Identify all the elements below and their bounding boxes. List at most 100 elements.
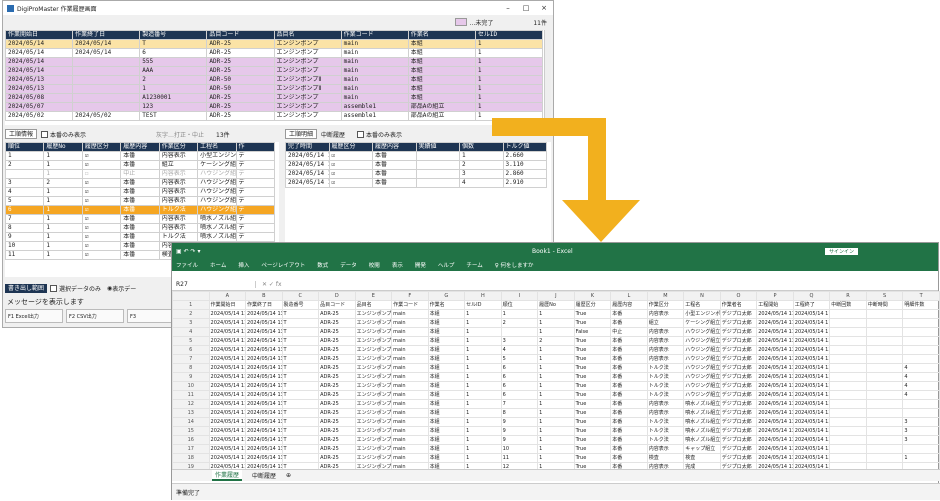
sheet-cell[interactable]: セルID bbox=[464, 300, 502, 310]
sheet-cell[interactable]: ADR-25 bbox=[318, 408, 356, 418]
sheet-cell[interactable]: T bbox=[281, 363, 320, 373]
sheet-cell[interactable]: True bbox=[573, 318, 612, 328]
sheet-cell[interactable]: 2024/05/14 13:18:56 bbox=[245, 435, 283, 445]
sheet-cell[interactable]: 1 bbox=[537, 345, 575, 355]
sheet-cell[interactable]: True bbox=[573, 390, 612, 400]
sheet-cell[interactable]: True bbox=[573, 336, 612, 346]
sheet-cell[interactable]: ADR-25 bbox=[318, 354, 356, 364]
sheet-cell[interactable]: 作業名 bbox=[427, 300, 466, 310]
sheet-cell[interactable]: 11 bbox=[500, 453, 539, 463]
sheet-cell[interactable]: 工程開始 bbox=[756, 300, 794, 310]
sheet-cell[interactable]: main bbox=[391, 444, 429, 454]
sheet-cell[interactable]: エンジンポンプ bbox=[354, 408, 393, 418]
sheet-cell[interactable]: 中止 bbox=[610, 327, 648, 337]
sheet-cell[interactable]: 2024/05/14 11:26:44 bbox=[756, 318, 794, 328]
sheet-cell[interactable]: 2024/05/14 11:26:42 bbox=[756, 309, 794, 319]
sheet-cell[interactable]: 2024/05/14 13:18:56 bbox=[245, 390, 283, 400]
table-row[interactable]: 2024/05/13 1 ADR-50 エンジンポンプⅡ main 本組 1 bbox=[5, 84, 544, 94]
sheet-cell[interactable]: 本組 bbox=[427, 435, 466, 445]
sheet-cell[interactable]: 明細件数 bbox=[902, 300, 940, 310]
sheet-cell[interactable]: 2024/05/14 13:18:46 bbox=[756, 417, 794, 427]
right-checkbox[interactable] bbox=[357, 130, 365, 138]
sheet-cell[interactable]: main bbox=[391, 408, 429, 418]
column-header[interactable]: 履歴区分 bbox=[328, 142, 373, 152]
sheet-cell[interactable]: 2024/05/14 13:18:56 bbox=[245, 336, 283, 346]
sheet-tab-interrupt[interactable]: 中断履歴 bbox=[252, 471, 276, 480]
sheet-cell[interactable]: 2024/05/14 13:18:50 bbox=[792, 426, 831, 436]
sheet-cell[interactable]: 1 bbox=[464, 336, 502, 346]
column-letter[interactable]: N bbox=[683, 291, 721, 301]
ribbon-tab[interactable]: ♀ 何をしますか bbox=[495, 261, 534, 269]
csv-output-button[interactable]: F2 CSV出力 bbox=[66, 309, 124, 323]
sheet-cell[interactable]: 噴水ノズル組立－３ bbox=[683, 417, 721, 427]
sheet-cell[interactable]: 中断時間 bbox=[865, 300, 904, 310]
sheet-cell[interactable]: ADR-25 bbox=[318, 381, 356, 391]
sheet-cell[interactable]: T bbox=[281, 372, 320, 382]
sheet-cell[interactable]: デジプロ太郎 bbox=[719, 327, 758, 337]
sheet-cell[interactable] bbox=[902, 309, 940, 319]
sheet-cell[interactable]: ハウジング組立－４ bbox=[683, 390, 721, 400]
sheet-cell[interactable]: 2024/05/14 13:18:50 bbox=[792, 435, 831, 445]
sheet-cell[interactable]: エンジンポンプ bbox=[354, 426, 393, 436]
sheet-cell[interactable]: 4 bbox=[902, 363, 940, 373]
sheet-cell[interactable]: 9 bbox=[500, 435, 539, 445]
sheet-cell[interactable] bbox=[500, 327, 539, 337]
sheet-cell[interactable]: 1 bbox=[537, 390, 575, 400]
sheet-cell[interactable]: True bbox=[573, 426, 612, 436]
sheet-cell[interactable]: 1 bbox=[537, 363, 575, 373]
sheet-cell[interactable]: 9 bbox=[500, 426, 539, 436]
sheet-cell[interactable]: 6 bbox=[500, 372, 539, 382]
sheet-cell[interactable] bbox=[902, 408, 940, 418]
sheet-cell[interactable]: 2024/05/14 11:26:42 bbox=[208, 318, 247, 328]
sheet-cell[interactable] bbox=[829, 327, 867, 337]
sheet-cell[interactable]: 2024/05/14 13:18:56 bbox=[245, 318, 283, 328]
sheet-cell[interactable]: True bbox=[573, 399, 612, 409]
sheet-cell[interactable]: 本組 bbox=[427, 381, 466, 391]
column-header[interactable]: 作 bbox=[235, 142, 276, 152]
sheet-cell[interactable]: T bbox=[281, 399, 320, 409]
sheet-cell[interactable]: デジプロ太郎 bbox=[719, 444, 758, 454]
sheet-cell[interactable]: エンジンポンプ bbox=[354, 372, 393, 382]
sheet-cell[interactable]: True bbox=[573, 435, 612, 445]
ribbon-tab[interactable]: ホーム bbox=[210, 261, 226, 269]
column-header[interactable]: 履歴区分 bbox=[81, 142, 122, 152]
sheet-cell[interactable] bbox=[902, 399, 940, 409]
sheet-cell[interactable]: 2024/05/14 13:18:37 bbox=[792, 354, 831, 364]
sheet-cell[interactable]: 2024/05/14 13:18:56 bbox=[245, 363, 283, 373]
sheet-tab-history[interactable]: 作業履歴 bbox=[212, 470, 243, 481]
sheet-cell[interactable]: 2024/05/14 11:26:42 bbox=[208, 372, 247, 382]
table-row[interactable]: 11☑本番内容表示小型エンジンポ…デ bbox=[5, 151, 276, 161]
sheet-cell[interactable]: ケーシング組立 bbox=[683, 318, 721, 328]
sheet-cell[interactable]: 1 bbox=[464, 354, 502, 364]
sheet-cell[interactable]: main bbox=[391, 417, 429, 427]
row-header[interactable]: 2 bbox=[172, 309, 210, 319]
sheet-cell[interactable] bbox=[829, 399, 867, 409]
sheet-cell[interactable]: main bbox=[391, 345, 429, 355]
ribbon-tab[interactable]: 表示 bbox=[392, 261, 403, 269]
column-letter[interactable]: F bbox=[391, 291, 429, 301]
sheet-cell[interactable]: トルク法 bbox=[646, 363, 685, 373]
sheet-cell[interactable]: ハウジング組立－２ bbox=[683, 345, 721, 355]
column-letter[interactable]: O bbox=[719, 291, 758, 301]
column-letter[interactable] bbox=[172, 291, 210, 301]
ribbon-tab[interactable]: 校閲 bbox=[369, 261, 380, 269]
sheet-cell[interactable]: 2024/05/14 13:18:56 bbox=[245, 408, 283, 418]
column-letter[interactable]: C bbox=[281, 291, 320, 301]
sheet-cell[interactable]: トルク法 bbox=[646, 426, 685, 436]
sheet-cell[interactable]: 1 bbox=[464, 453, 502, 463]
sheet-cell[interactable]: 噴水ノズル組立－２ bbox=[683, 408, 721, 418]
sheet-row[interactable]: 142024/05/14 11:26:422024/05/14 13:18:56… bbox=[172, 417, 940, 427]
sheet-cell[interactable]: 2 bbox=[500, 318, 539, 328]
sheet-cell[interactable]: エンジンポンプ bbox=[354, 444, 393, 454]
sheet-cell[interactable]: main bbox=[391, 390, 429, 400]
sheet-cell[interactable] bbox=[829, 345, 867, 355]
sheet-cell[interactable] bbox=[829, 435, 867, 445]
sheet-cell[interactable]: 本組 bbox=[427, 372, 466, 382]
sheet-cell[interactable]: 2024/05/14 13:18:56 bbox=[245, 354, 283, 364]
sheet-cell[interactable]: 1 bbox=[537, 309, 575, 319]
row-header[interactable]: 18 bbox=[172, 453, 210, 463]
sheet-cell[interactable]: 1 bbox=[464, 309, 502, 319]
sheet-cell[interactable] bbox=[865, 444, 904, 454]
column-header[interactable]: 品目コード bbox=[206, 30, 275, 40]
sheet-cell[interactable]: 1 bbox=[464, 345, 502, 355]
